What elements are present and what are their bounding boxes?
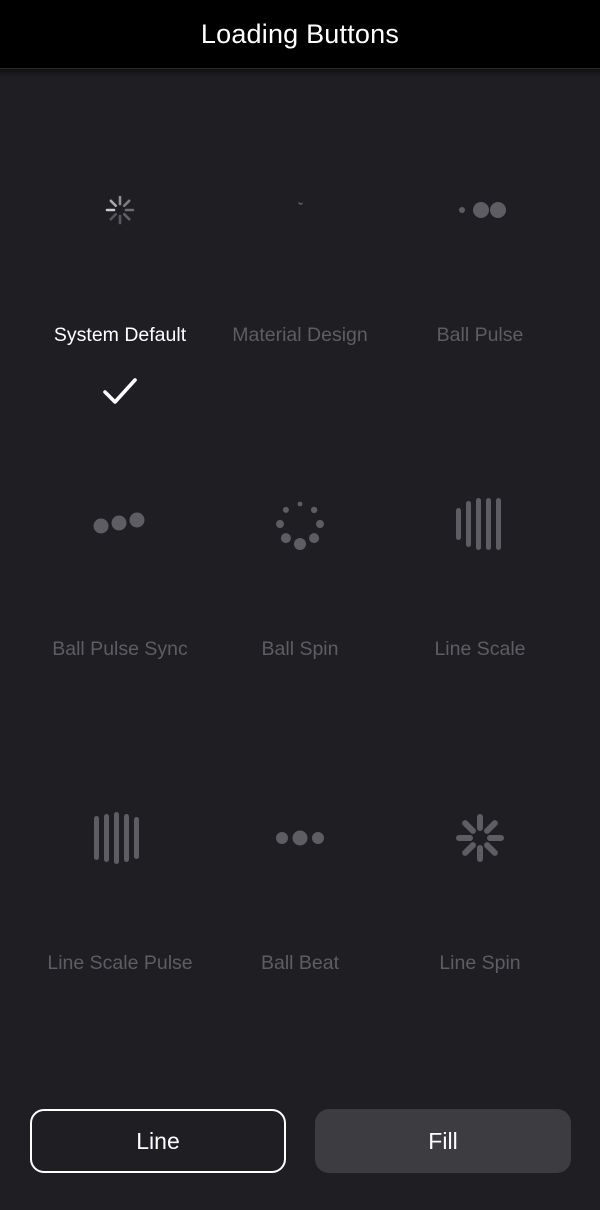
- indicator-label: Ball Spin: [261, 638, 339, 660]
- ball-pulse-icon: [430, 160, 530, 260]
- system-default-spinner-icon: [70, 160, 170, 260]
- indicator-option-ball-pulse[interactable]: Ball Pulse: [390, 108, 570, 422]
- navigation-bar: Loading Buttons: [0, 0, 600, 69]
- indicator-label: Material Design: [232, 324, 368, 346]
- indicator-option-ball-spin[interactable]: Ball Spin: [210, 422, 390, 736]
- indicator-label: Line Scale: [434, 638, 526, 660]
- indicator-option-line-scale-pulse[interactable]: Line Scale Pulse: [30, 736, 210, 1050]
- page-title: Loading Buttons: [200, 18, 400, 49]
- line-style-button[interactable]: Line: [30, 1109, 286, 1173]
- indicator-label: Ball Pulse: [436, 324, 524, 346]
- line-spin-icon: [430, 788, 530, 888]
- indicator-label: Ball Beat: [260, 952, 340, 974]
- indicator-label: Ball Pulse Sync: [52, 638, 188, 660]
- indicator-option-ball-pulse-sync[interactable]: Ball Pulse Sync: [30, 422, 210, 736]
- material-design-spinner-icon: [250, 160, 350, 260]
- navigation-bar-shadow: [0, 69, 600, 77]
- ball-beat-icon: [250, 788, 350, 888]
- ball-spin-icon: [250, 474, 350, 574]
- indicator-label: Line Scale Pulse: [47, 952, 193, 974]
- indicator-grid: System Default Material Design Ball Puls…: [30, 108, 570, 1050]
- ball-pulse-sync-icon: [70, 474, 170, 574]
- indicator-option-ball-beat[interactable]: Ball Beat: [210, 736, 390, 1050]
- indicator-option-line-scale[interactable]: Line Scale: [390, 422, 570, 736]
- indicator-label: System Default: [53, 324, 187, 346]
- indicator-label: Line Spin: [439, 952, 521, 974]
- line-scale-icon: [430, 474, 530, 574]
- fill-style-button[interactable]: Fill: [315, 1109, 571, 1173]
- checkmark-icon: [103, 378, 137, 404]
- indicator-option-line-spin[interactable]: Line Spin: [390, 736, 570, 1050]
- line-scale-pulse-icon: [70, 788, 170, 888]
- indicator-option-material-design[interactable]: Material Design: [210, 108, 390, 422]
- indicator-option-system-default[interactable]: System Default: [30, 108, 210, 422]
